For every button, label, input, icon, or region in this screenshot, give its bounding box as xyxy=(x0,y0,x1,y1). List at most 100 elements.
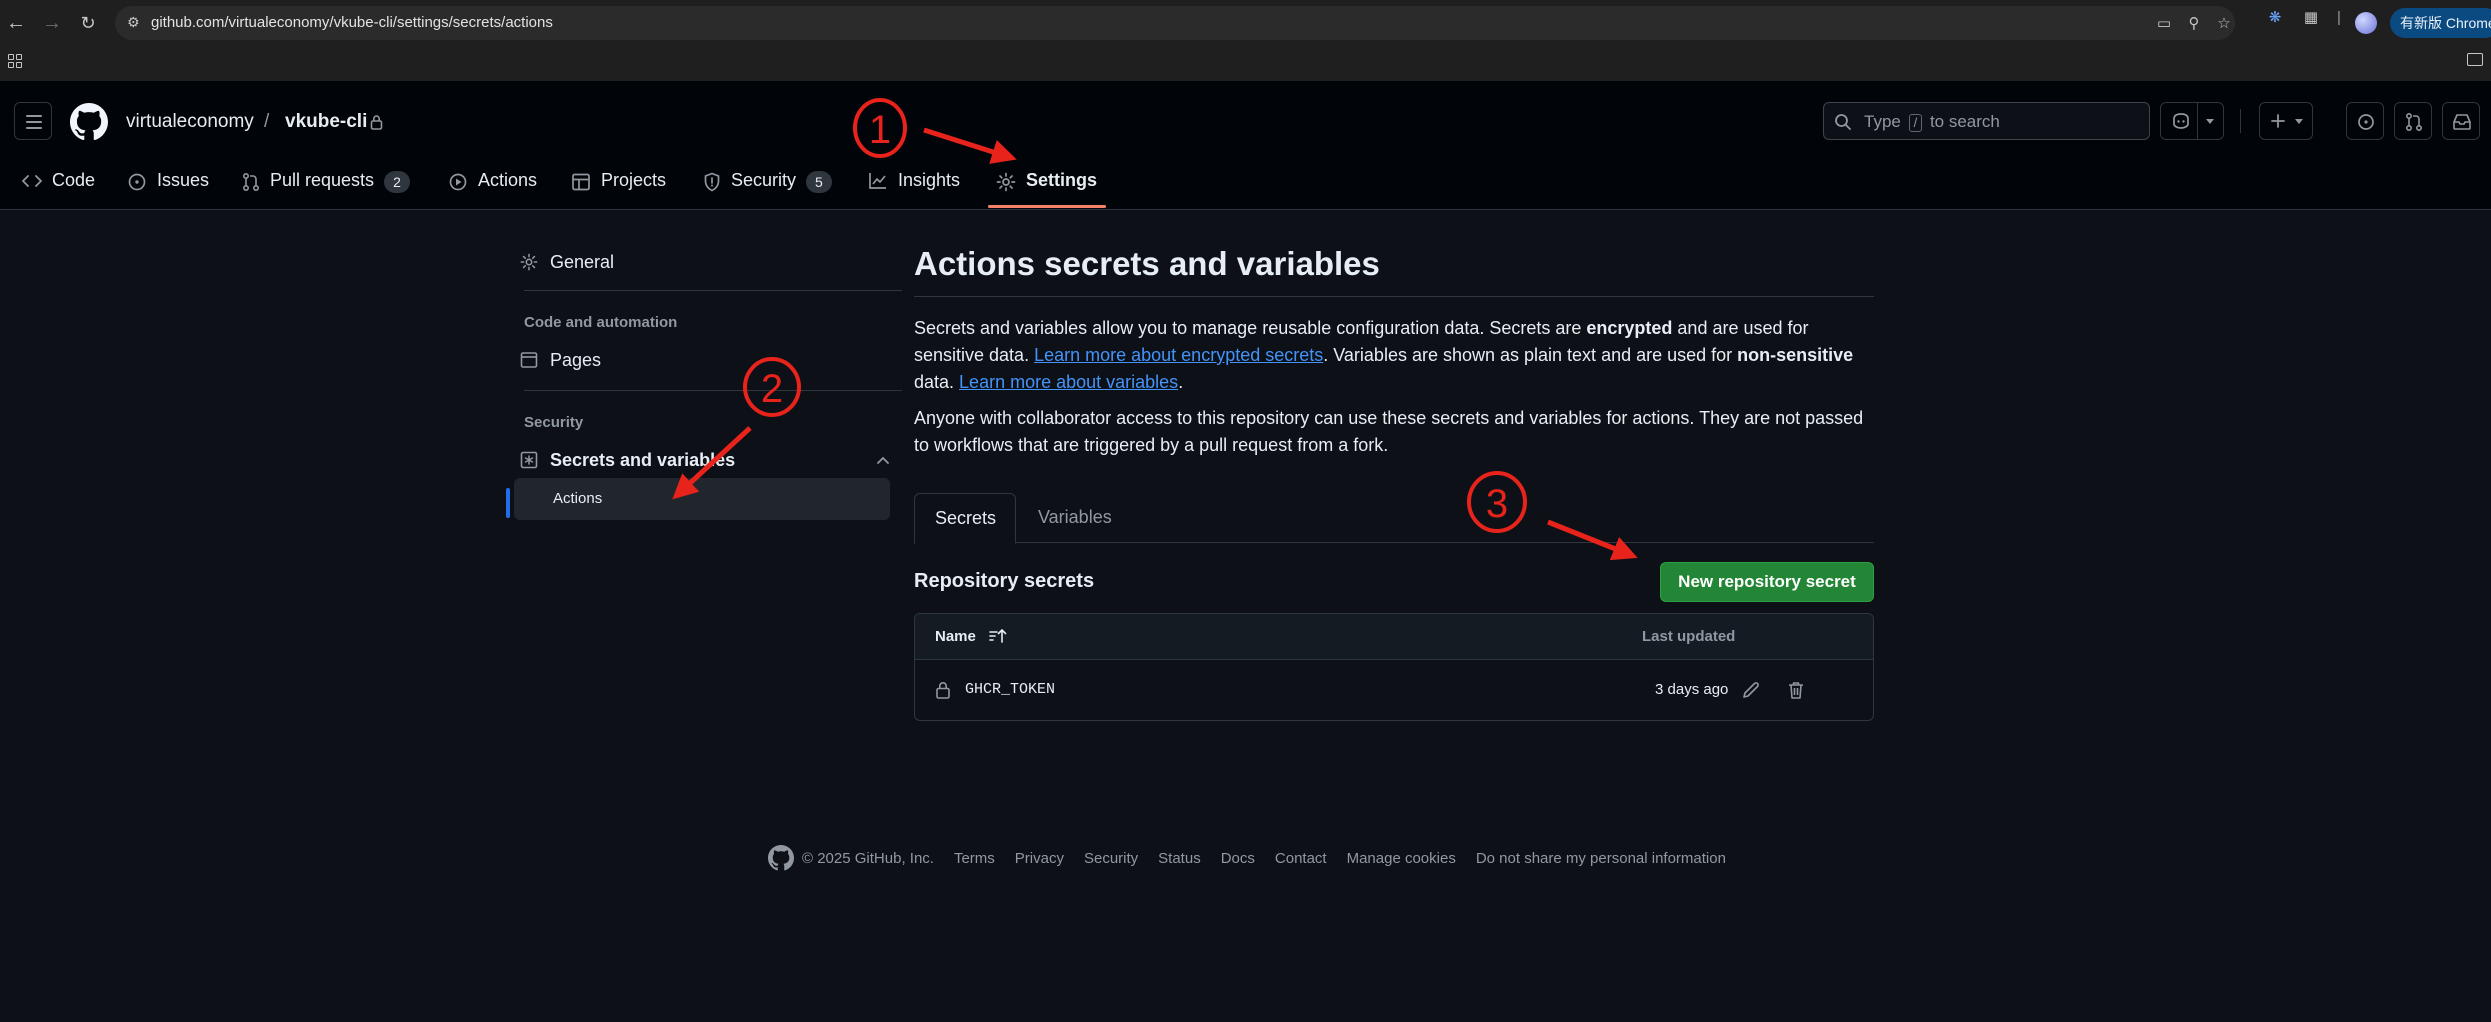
browser-toolbar: ← → ↻ ⚙ github.com/virtualeconomy/vkube-… xyxy=(0,0,2491,46)
tab-label: Projects xyxy=(601,170,667,190)
table-header: Name Last updated xyxy=(915,614,1873,660)
url-text: github.com/virtualeconomy/vkube-cli/sett… xyxy=(151,14,553,31)
extension-react-icon[interactable]: ❋ xyxy=(2266,9,2284,27)
search-input[interactable]: Type / to search xyxy=(1823,102,2150,140)
sidebar-divider xyxy=(524,290,902,291)
github-logo-icon[interactable] xyxy=(70,103,108,141)
footer-link-status[interactable]: Status xyxy=(1158,850,1201,867)
issues-shortcut-button[interactable] xyxy=(2346,102,2384,140)
tab-security[interactable]: Security 5 xyxy=(703,166,832,210)
inbox-icon xyxy=(2453,114,2471,130)
reload-icon[interactable]: ↻ xyxy=(75,10,101,36)
repo-name-link[interactable]: vkube-cli xyxy=(285,111,367,133)
table-row: GHCR_TOKEN 3 days ago xyxy=(915,661,1873,721)
sidebar-item-label: Pages xyxy=(550,349,602,370)
folder-icon[interactable] xyxy=(2467,53,2483,66)
footer-link-do-not-share[interactable]: Do not share my personal information xyxy=(1476,850,1726,867)
selected-tab-underline xyxy=(988,205,1106,208)
tab-actions[interactable]: Actions xyxy=(448,166,537,210)
footer-link-docs[interactable]: Docs xyxy=(1221,850,1255,867)
tab-issues[interactable]: Issues xyxy=(127,166,209,210)
tab-pull-requests[interactable]: Pull requests 2 xyxy=(242,166,410,210)
header-divider xyxy=(2240,109,2241,133)
tab-label: Actions xyxy=(478,170,538,190)
search-placeholder: Type / to search xyxy=(1864,112,2000,132)
inbox-button[interactable] xyxy=(2442,102,2480,140)
extensions-icon[interactable]: ▦ xyxy=(2302,9,2320,27)
profile-avatar[interactable] xyxy=(2355,12,2377,34)
page-title: Actions secrets and variables xyxy=(914,245,1380,282)
sidebar-divider xyxy=(524,390,902,391)
secrets-table: Name Last updated GHCR_TOKEN 3 days ago xyxy=(914,613,1874,721)
sidebar-heading-code-automation: Code and automation xyxy=(524,314,678,331)
security-count-badge: 5 xyxy=(806,171,832,193)
sidebar-item-label: Secrets and variables xyxy=(550,449,736,470)
secrets-variables-tabs: Secrets Variables xyxy=(914,493,1874,544)
github-mark-icon[interactable] xyxy=(768,845,794,871)
new-repository-secret-button[interactable]: New repository secret xyxy=(1660,562,1874,602)
pull-requests-shortcut-button[interactable] xyxy=(2394,102,2432,140)
tab-label: Security xyxy=(731,170,797,190)
collaborator-note: Anyone with collaborator access to this … xyxy=(914,408,1864,455)
tab-variables[interactable]: Variables xyxy=(1018,493,1132,544)
back-icon[interactable]: ← xyxy=(3,10,29,36)
tab-settings[interactable]: Settings xyxy=(996,166,1097,210)
tab-insights[interactable]: Insights xyxy=(868,166,960,210)
address-bar[interactable]: ⚙ github.com/virtualeconomy/vkube-cli/se… xyxy=(115,6,2235,40)
forward-icon[interactable]: → xyxy=(39,10,65,36)
footer-link-contact[interactable]: Contact xyxy=(1275,850,1327,867)
bookmark-star-icon[interactable]: ☆ xyxy=(2215,15,2233,33)
apps-grid-icon[interactable] xyxy=(8,54,22,68)
tab-code[interactable]: Code xyxy=(22,166,95,210)
variables-link[interactable]: Learn more about variables xyxy=(959,372,1178,392)
repo-nav: Code Issues Pull requests 2 Actions Proj… xyxy=(0,166,2491,210)
encrypted-secrets-link[interactable]: Learn more about encrypted secrets xyxy=(1034,345,1323,365)
gear-icon xyxy=(520,253,538,271)
chrome-update-button[interactable]: 有新版 Chrome xyxy=(2390,8,2491,38)
issue-icon xyxy=(2358,114,2374,130)
gear-icon xyxy=(996,172,1016,192)
pencil-icon[interactable] xyxy=(1740,679,1762,701)
section-title: Repository secrets xyxy=(914,570,1095,592)
repo-owner-link[interactable]: virtualeconomy xyxy=(126,111,254,133)
sort-icon[interactable] xyxy=(989,627,1009,645)
annotation-number: 2 xyxy=(761,367,783,411)
footer-copyright: © 2025 GitHub, Inc. xyxy=(802,849,934,867)
chevron-up-icon[interactable] xyxy=(876,455,890,465)
table-icon xyxy=(572,173,590,191)
shield-icon xyxy=(704,172,720,192)
plus-icon xyxy=(2271,114,2285,128)
lock-icon xyxy=(936,682,950,699)
footer-link-manage-cookies[interactable]: Manage cookies xyxy=(1347,850,1456,867)
footer-link-terms[interactable]: Terms xyxy=(954,850,995,867)
play-icon xyxy=(449,173,467,191)
menu-button[interactable] xyxy=(14,102,52,140)
footer-link-security[interactable]: Security xyxy=(1084,850,1138,867)
tab-secrets[interactable]: Secrets xyxy=(914,493,1016,544)
tab-label: Code xyxy=(52,170,96,190)
browser-icon xyxy=(520,352,538,368)
sidebar-item-pages[interactable]: Pages xyxy=(520,340,601,380)
bookmarks-bar xyxy=(0,48,2491,81)
column-header-last-updated: Last updated xyxy=(1642,628,1736,645)
issue-icon xyxy=(128,173,146,191)
column-header-name[interactable]: Name xyxy=(935,628,976,645)
secret-name: GHCR_TOKEN xyxy=(965,681,1056,698)
search-icon xyxy=(1835,114,1851,130)
cast-icon[interactable]: ▭ xyxy=(2155,15,2173,33)
tab-projects[interactable]: Projects xyxy=(571,166,666,210)
path-separator: / xyxy=(264,111,270,132)
tab-label: Issues xyxy=(157,170,210,190)
pull-request-icon xyxy=(2405,112,2423,132)
sidebar-item-label: General xyxy=(550,251,615,272)
sidebar-item-general[interactable]: General xyxy=(520,242,614,282)
trash-icon[interactable] xyxy=(1785,679,1807,701)
copilot-button[interactable] xyxy=(2160,102,2224,140)
chevron-down-icon xyxy=(2295,119,2303,124)
create-new-button[interactable] xyxy=(2259,102,2313,140)
zoom-icon[interactable]: ⚲ xyxy=(2185,15,2203,33)
footer-link-privacy[interactable]: Privacy xyxy=(1015,850,1064,867)
site-info-icon[interactable]: ⚙ xyxy=(127,14,145,32)
sidebar-item-secrets-and-variables[interactable]: Secrets and variables xyxy=(520,440,890,480)
search-shortcut-key: / xyxy=(1908,114,1923,132)
